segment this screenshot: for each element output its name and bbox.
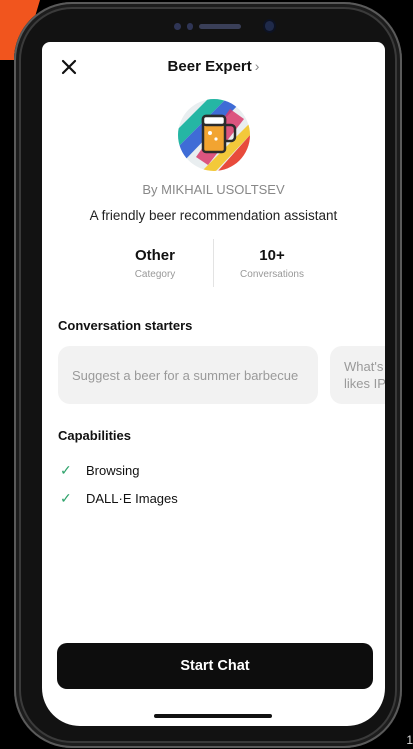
stat-conversations: 10+ Conversations [222, 239, 322, 291]
phone-top-sensor-bar [174, 20, 274, 32]
sensor-dot [186, 22, 194, 30]
author-byline: By MIKHAIL USOLTSEV [142, 182, 285, 197]
gpt-title-link[interactable]: Beer Expert › [42, 58, 385, 75]
front-camera [264, 21, 274, 31]
stats-divider [213, 239, 214, 287]
starter-card[interactable]: Suggest a beer for a summer barbecue [58, 346, 318, 404]
capability-item: ✓ DALL·E Images [60, 484, 178, 512]
home-indicator[interactable] [154, 714, 272, 718]
capability-item: ✓ Browsing [60, 456, 178, 484]
app-screen: Beer Expert › By MIKHAIL USOLTSEV A frien… [42, 42, 385, 726]
capability-label: DALL·E Images [86, 490, 178, 506]
starter-card[interactable]: What's likes IP [330, 346, 385, 404]
sensor-dot [174, 22, 181, 30]
stat-label: Conversations [240, 269, 304, 280]
conversation-starters-carousel[interactable]: Suggest a beer for a summer barbecue Wha… [58, 346, 385, 404]
stat-value: 10+ [259, 247, 285, 264]
check-icon: ✓ [60, 461, 72, 478]
gpt-description: A friendly beer recommendation assistant [89, 208, 338, 223]
page-number: 1 [406, 733, 413, 747]
chevron-right-icon: › [254, 58, 260, 74]
top-bar: Beer Expert › [42, 42, 385, 92]
stat-label: Category [134, 269, 176, 280]
speaker-grille [199, 23, 241, 29]
stats-row: Other Category 10+ Conversations [42, 239, 385, 291]
capabilities-heading: Capabilities [58, 428, 131, 443]
capabilities-list: ✓ Browsing ✓ DALL·E Images [60, 456, 178, 512]
conversation-starters-heading: Conversation starters [58, 318, 193, 333]
page-title: Beer Expert [167, 58, 252, 75]
stat-category: Other Category [105, 239, 205, 291]
starter-card-text: What's likes IP [344, 359, 385, 391]
beer-logo-icon [178, 99, 250, 171]
start-chat-button[interactable]: Start Chat [57, 643, 373, 689]
stat-value: Other [134, 247, 175, 264]
gpt-avatar [178, 99, 250, 171]
capability-label: Browsing [86, 462, 140, 478]
check-icon: ✓ [60, 489, 72, 506]
